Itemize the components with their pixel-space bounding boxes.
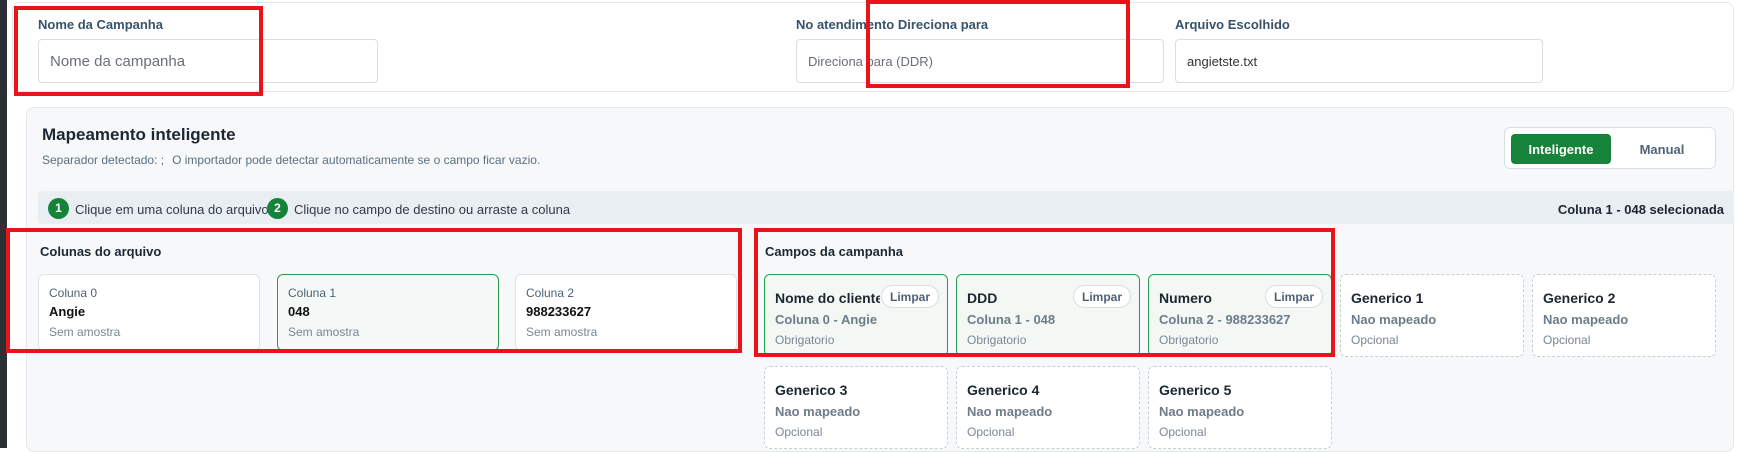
- campaign-info-card: Nome da Campanha No atendimento Direcion…: [12, 2, 1734, 92]
- campaign-field-card-ddd[interactable]: DDD Limpar Coluna 1 - 048 Obrigatorio: [956, 274, 1140, 357]
- mapping-hint: O importador pode detectar automaticamen…: [172, 153, 541, 167]
- mapping-title: Mapeamento inteligente: [42, 125, 236, 144]
- campaign-field-card-generic-1[interactable]: Generico 1 Nao mapeado Opcional: [1340, 274, 1524, 357]
- redirect-input[interactable]: [796, 39, 1164, 83]
- steps-bar: 1 Clique em uma coluna do arquivo 2 Cliq…: [38, 191, 1734, 224]
- step-2-badge: 2: [267, 198, 288, 219]
- field-title: Generico 5: [1159, 382, 1232, 398]
- file-column-name: Coluna 2: [526, 286, 575, 300]
- campaign-name-input[interactable]: [38, 39, 378, 83]
- field-mapped-to: Nao mapeado: [1543, 312, 1629, 327]
- field-title: DDD: [967, 290, 998, 306]
- step-2-text: Clique no campo de destino ou arraste a …: [294, 202, 571, 217]
- step-1-badge: 1: [48, 198, 69, 219]
- clear-mapping-button[interactable]: Limpar: [880, 285, 939, 308]
- field-mapped-to: Nao mapeado: [775, 404, 861, 419]
- file-column-sample: Sem amostra: [49, 325, 121, 339]
- field-status: Opcional: [1159, 425, 1207, 439]
- file-column-name: Coluna 1: [288, 286, 337, 300]
- file-column-sample: Sem amostra: [526, 325, 598, 339]
- campaign-fields-title: Campos da campanha: [765, 244, 903, 259]
- campaign-field-card-generic-4[interactable]: Generico 4 Nao mapeado Opcional: [956, 366, 1140, 449]
- smart-mode-button[interactable]: Inteligente: [1511, 134, 1611, 164]
- field-mapped-to: Nao mapeado: [1351, 312, 1437, 327]
- mapping-subtitle: Separador detectado: ; O importador pode …: [42, 153, 540, 167]
- field-title: Nome do cliente: [775, 290, 880, 306]
- file-column-value: Angie: [49, 304, 86, 319]
- field-mapped-to: Nao mapeado: [967, 404, 1053, 419]
- field-mapped-to: Coluna 2 - 988233627: [1159, 312, 1291, 327]
- file-column-card[interactable]: Coluna 0 Angie Sem amostra: [38, 274, 260, 351]
- field-status: Obrigatorio: [775, 333, 835, 347]
- chosen-file-input[interactable]: [1175, 39, 1543, 83]
- field-status: Obrigatorio: [1159, 333, 1219, 347]
- step-1-text: Clique em uma coluna do arquivo: [75, 202, 269, 217]
- campaign-field-card-number[interactable]: Numero Limpar Coluna 2 - 988233627 Obrig…: [1148, 274, 1332, 357]
- field-status: Obrigatorio: [967, 333, 1027, 347]
- field-mapped-to: Nao mapeado: [1159, 404, 1245, 419]
- field-title: Generico 1: [1351, 290, 1424, 306]
- field-title: Numero: [1159, 290, 1212, 306]
- file-column-card[interactable]: Coluna 2 988233627 Sem amostra: [515, 274, 737, 351]
- field-status: Opcional: [1543, 333, 1591, 347]
- left-window-strip: [0, 0, 7, 448]
- file-column-value: 048: [288, 304, 310, 319]
- clear-mapping-button[interactable]: Limpar: [1264, 285, 1323, 308]
- field-title: Generico 4: [967, 382, 1040, 398]
- manual-mode-button[interactable]: Manual: [1613, 134, 1711, 164]
- file-columns-title: Colunas do arquivo: [40, 244, 162, 259]
- field-title: Generico 3: [775, 382, 848, 398]
- field-status: Opcional: [1351, 333, 1399, 347]
- selected-column-info: Coluna 1 - 048 selecionada: [1557, 202, 1724, 217]
- clear-mapping-button[interactable]: Limpar: [1072, 285, 1131, 308]
- field-title: Generico 2: [1543, 290, 1616, 306]
- chosen-file-label: Arquivo Escolhido: [1175, 17, 1290, 32]
- campaign-name-label: Nome da Campanha: [38, 17, 163, 32]
- campaign-field-card-generic-3[interactable]: Generico 3 Nao mapeado Opcional: [764, 366, 948, 449]
- campaign-field-card-customer-name[interactable]: Nome do cliente Limpar Coluna 0 - Angie …: [764, 274, 948, 357]
- separator-text: Separador detectado: ;: [42, 153, 165, 167]
- file-column-sample: Sem amostra: [288, 325, 360, 339]
- field-status: Opcional: [967, 425, 1015, 439]
- field-mapped-to: Coluna 1 - 048: [967, 312, 1056, 327]
- field-status: Opcional: [775, 425, 823, 439]
- file-column-name: Coluna 0: [49, 286, 98, 300]
- smart-mapping-card: Mapeamento inteligente Separador detecta…: [26, 107, 1734, 452]
- field-mapped-to: Coluna 0 - Angie: [775, 312, 878, 327]
- file-column-value: 988233627: [526, 304, 592, 319]
- campaign-field-card-generic-2[interactable]: Generico 2 Nao mapeado Opcional: [1532, 274, 1716, 357]
- mapping-mode-toggle: Inteligente Manual: [1504, 127, 1716, 169]
- file-column-card-selected[interactable]: Coluna 1 048 Sem amostra: [277, 274, 499, 351]
- campaign-field-card-generic-5[interactable]: Generico 5 Nao mapeado Opcional: [1148, 366, 1332, 449]
- redirect-label: No atendimento Direciona para: [796, 17, 989, 32]
